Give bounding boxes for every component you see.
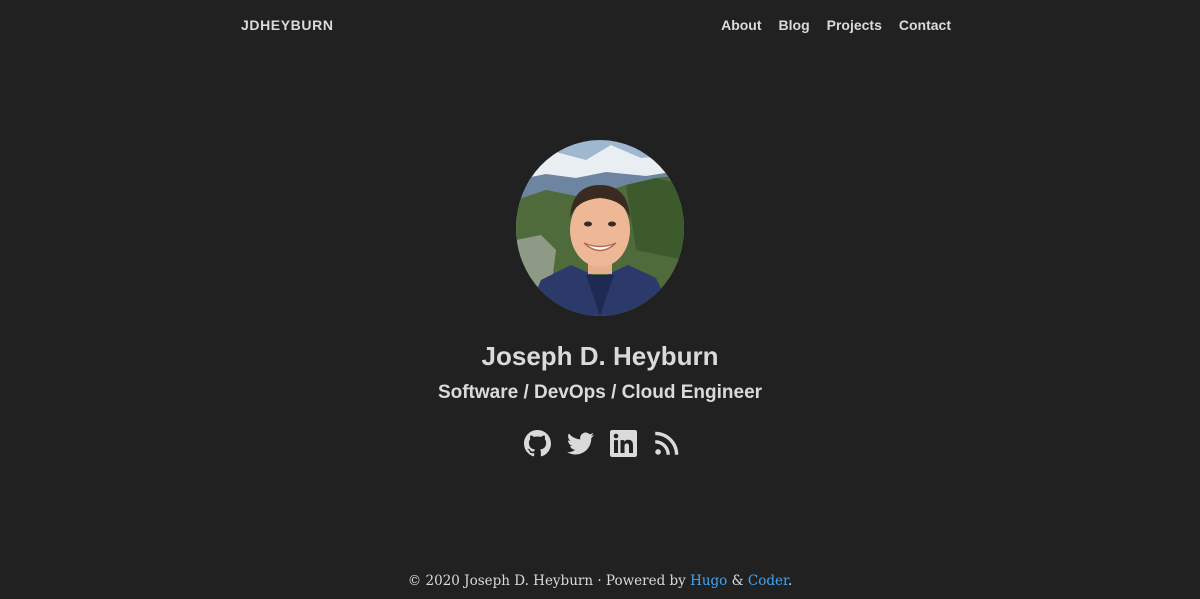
social-links — [524, 430, 680, 457]
rss-icon — [655, 431, 679, 455]
twitter-icon — [567, 432, 594, 455]
footer-period: . — [787, 573, 793, 589]
nav-link-contact[interactable]: Contact — [899, 16, 951, 34]
coder-link[interactable]: Coder — [748, 573, 788, 589]
hugo-link[interactable]: Hugo — [690, 573, 727, 589]
nav-menu: About Blog Projects Contact — [721, 16, 951, 34]
linkedin-link[interactable] — [610, 430, 637, 457]
nav-link-projects[interactable]: Projects — [827, 16, 882, 34]
avatar — [516, 140, 684, 316]
profile-name: Joseph D. Heyburn — [481, 341, 719, 371]
github-icon — [524, 430, 551, 457]
nav-link-blog[interactable]: Blog — [779, 16, 810, 34]
nav-link-about[interactable]: About — [721, 16, 761, 34]
navbar: JDHEYBURN About Blog Projects Contact — [240, 0, 951, 50]
footer-ampersand: & — [727, 573, 748, 589]
linkedin-icon — [610, 430, 637, 457]
footer-copyright: © 2020 Joseph D. Heyburn · Powered by — [407, 573, 691, 589]
avatar-photo — [516, 140, 684, 316]
github-link[interactable] — [524, 430, 551, 457]
site-brand-link[interactable]: JDHEYBURN — [241, 16, 334, 34]
footer: © 2020 Joseph D. Heyburn · Powered by Hu… — [0, 572, 1200, 590]
rss-link[interactable] — [653, 430, 680, 457]
twitter-link[interactable] — [567, 430, 594, 457]
profile-tagline: Software / DevOps / Cloud Engineer — [437, 382, 763, 403]
